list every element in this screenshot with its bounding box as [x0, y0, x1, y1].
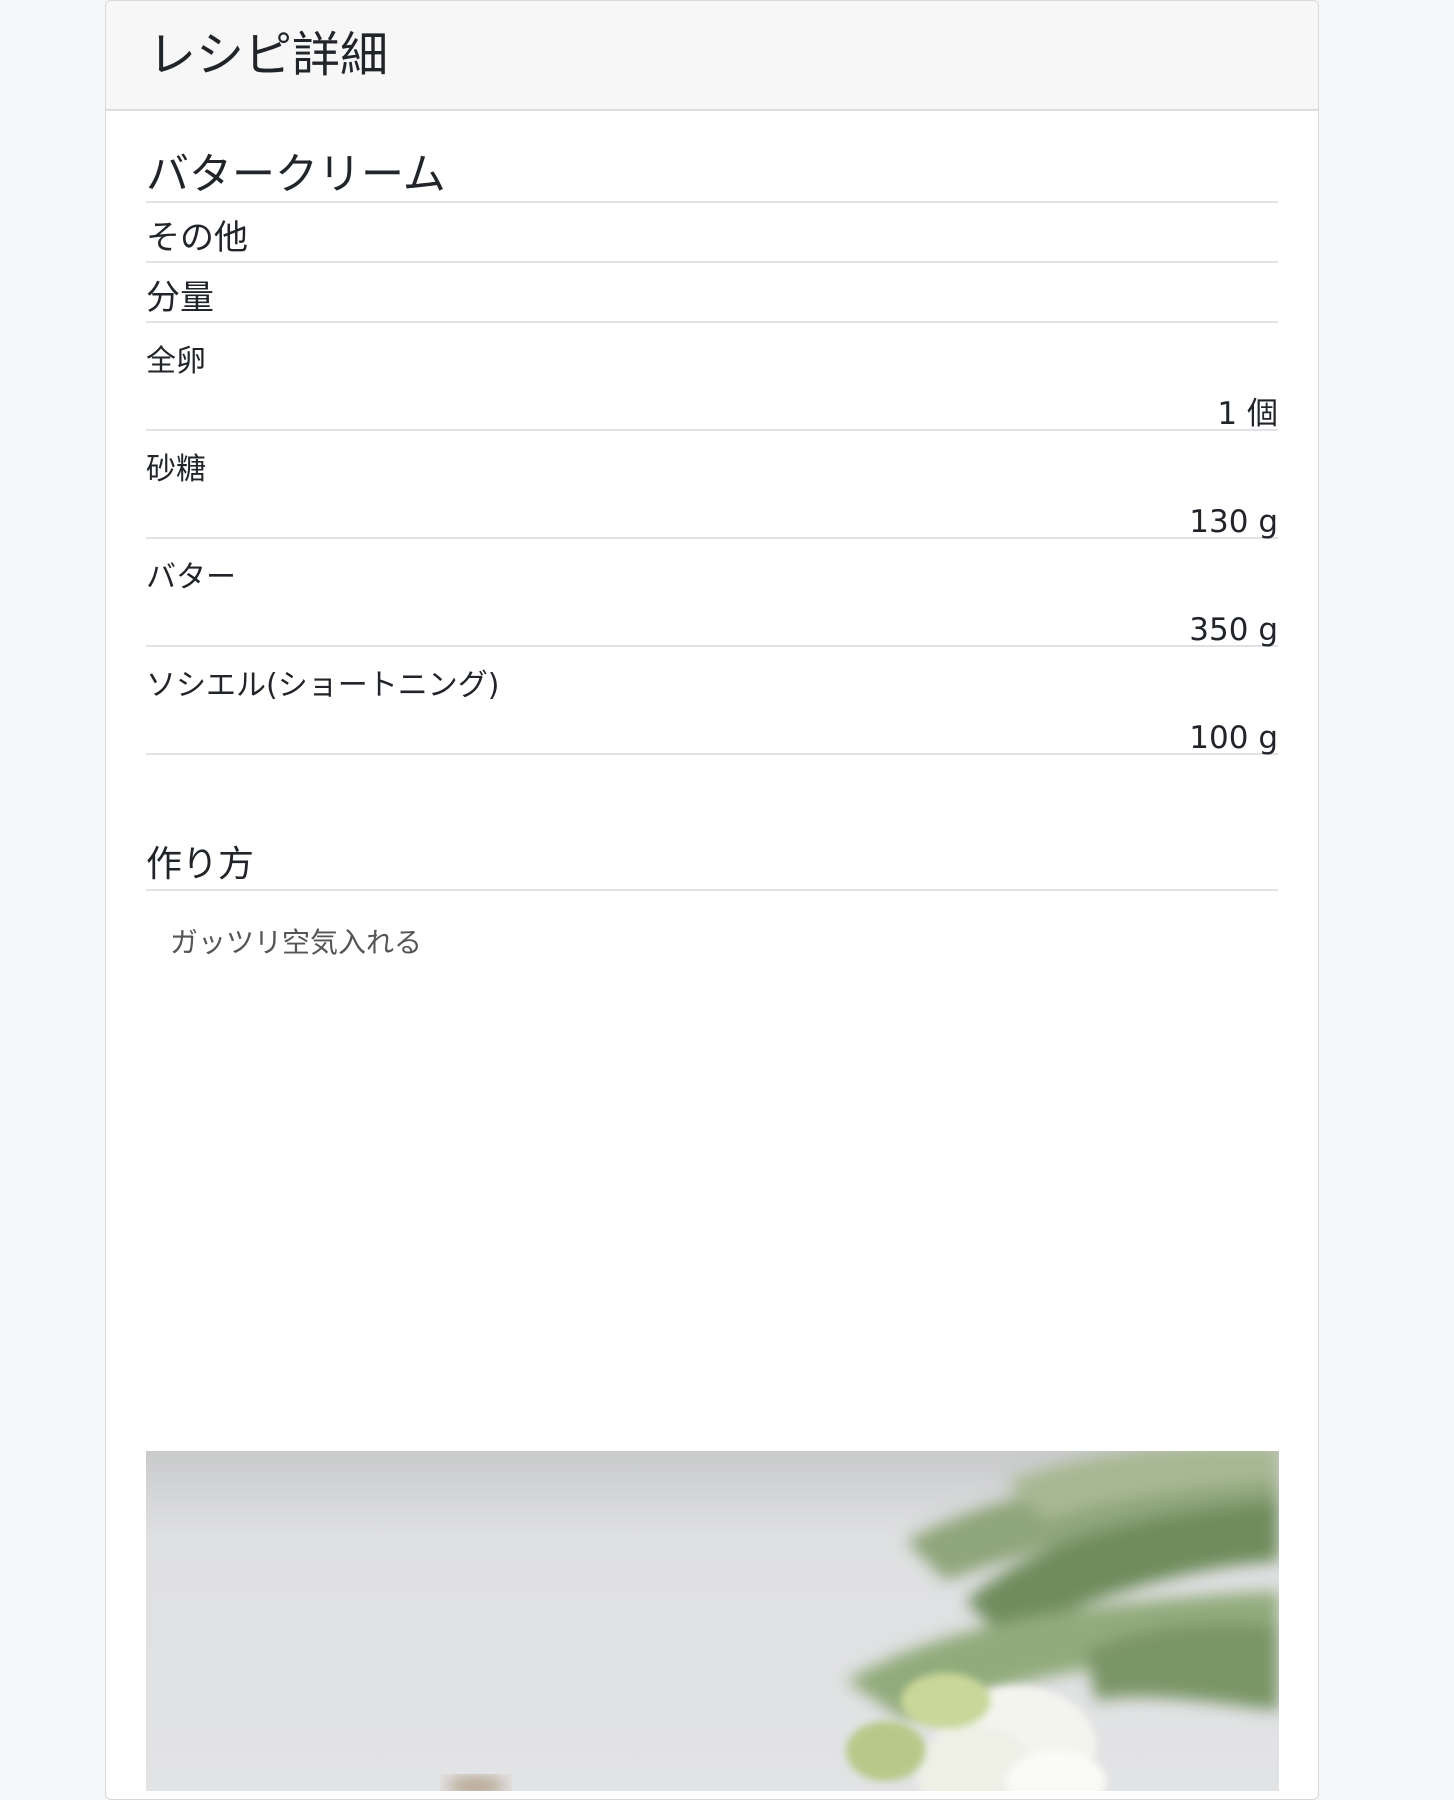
ingredient-row: 砂糖 130 g	[146, 431, 1278, 539]
ingredient-row: バター 350 g	[146, 539, 1278, 647]
card-body: バタークリーム その他 分量 全卵 1 個 砂糖 130 g バター 350 g…	[146, 111, 1278, 957]
ingredient-quantity: 350 g	[1189, 612, 1278, 648]
card-header: レシピ詳細	[106, 1, 1318, 111]
recipe-photo	[146, 1451, 1279, 1791]
method-text: ガッツリ空気入れる	[170, 926, 423, 959]
page-title: レシピ詳細	[148, 27, 389, 83]
ingredient-name: ソシエル(ショートニング)	[146, 668, 500, 703]
ingredient-row: 全卵 1 個	[146, 323, 1278, 431]
recipe-detail-card: レシピ詳細 バタークリーム その他 分量 全卵 1 個 砂糖 130 g バター…	[105, 0, 1319, 1800]
tulip-photo-image	[146, 1451, 1279, 1791]
ingredient-quantity: 100 g	[1189, 720, 1278, 756]
ingredient-quantity: 1 個	[1217, 396, 1278, 432]
ingredient-quantity: 130 g	[1189, 504, 1278, 540]
method-heading: 作り方	[146, 843, 1278, 891]
recipe-category: その他	[146, 203, 1278, 263]
amount-heading: 分量	[146, 263, 1278, 323]
ingredient-name: 全卵	[146, 344, 206, 379]
recipe-name: バタークリーム	[146, 111, 1278, 203]
ingredient-row: ソシエル(ショートニング) 100 g	[146, 647, 1278, 755]
ingredient-name: 砂糖	[146, 452, 206, 487]
ingredient-name: バター	[146, 560, 236, 595]
